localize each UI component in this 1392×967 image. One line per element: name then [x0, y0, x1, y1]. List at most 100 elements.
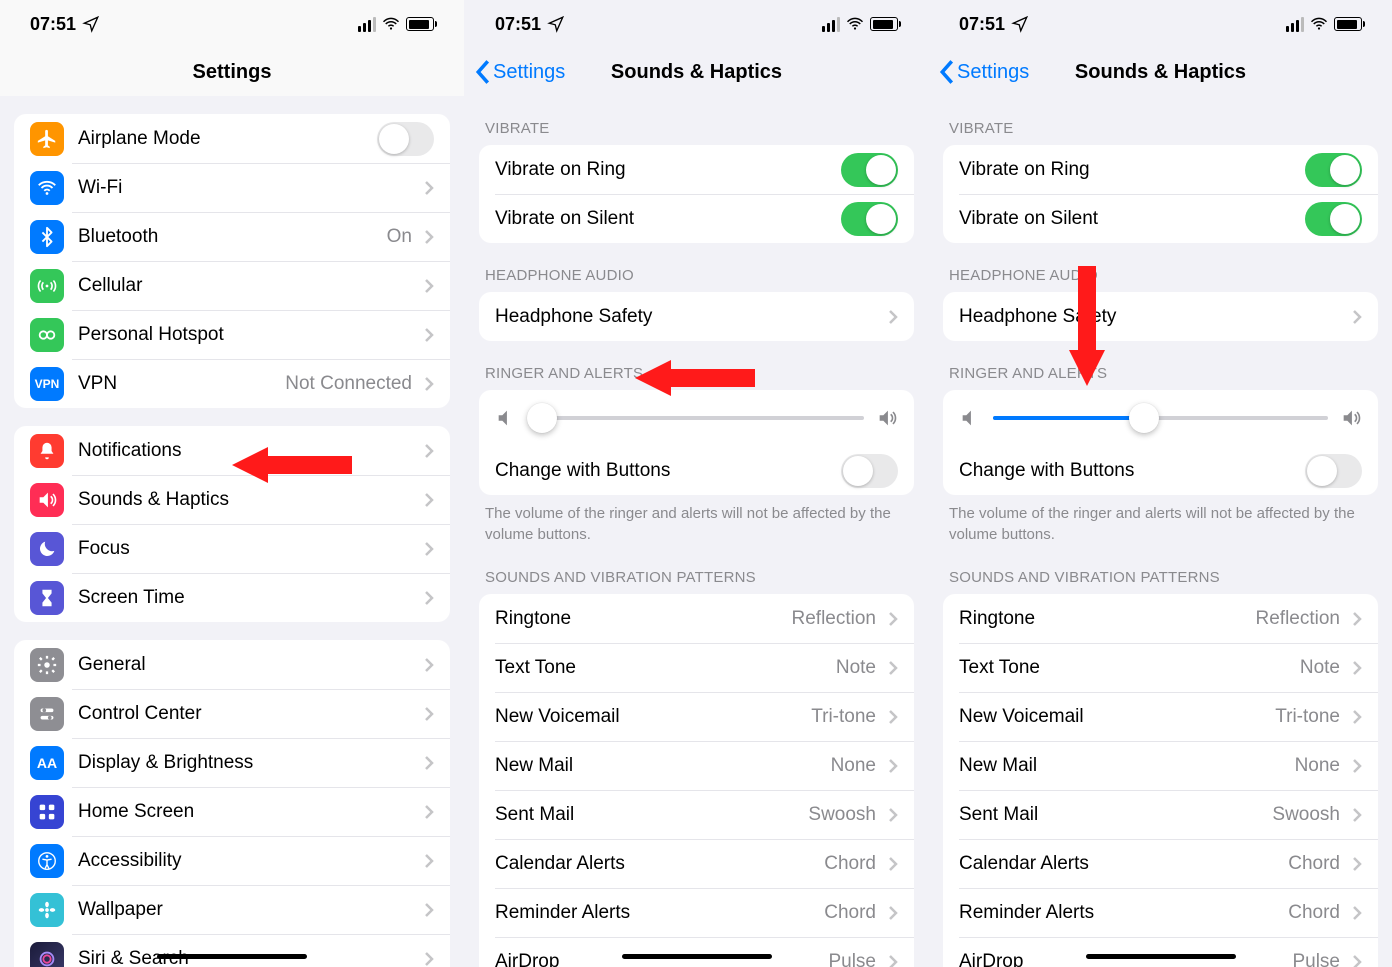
row-label: Ringtone [495, 608, 792, 630]
wifi-icon [382, 15, 400, 33]
row-control-center[interactable]: Control Center [14, 689, 450, 738]
row-reminder[interactable]: Reminder AlertsChord [479, 888, 914, 937]
back-button[interactable]: Settings [939, 59, 1029, 85]
row-vibrate-silent[interactable]: Vibrate on Silent [943, 194, 1378, 243]
row-detail: Pulse [1292, 951, 1340, 967]
airplane-icon [30, 122, 64, 156]
row-display[interactable]: AA Display & Brightness [14, 738, 450, 787]
slider-thumb[interactable] [527, 403, 557, 433]
wifi-icon [846, 15, 864, 33]
page-title: Sounds & Haptics [611, 61, 782, 84]
row-airdrop[interactable]: AirDropPulse [479, 937, 914, 967]
row-label: New Voicemail [959, 706, 1275, 728]
row-new-mail[interactable]: New MailNone [943, 741, 1378, 790]
row-screen-time[interactable]: Screen Time [14, 573, 450, 622]
cellular-signal-icon [822, 17, 840, 32]
row-vibrate-ring[interactable]: Vibrate on Ring [479, 145, 914, 194]
row-accessibility[interactable]: Accessibility [14, 836, 450, 885]
page-title: Settings [193, 61, 272, 84]
chevron-icon [888, 807, 898, 823]
row-wifi[interactable]: Wi-Fi [14, 163, 450, 212]
row-label: Reminder Alerts [959, 902, 1288, 924]
change-buttons-toggle[interactable] [841, 454, 898, 488]
row-label: Accessibility [78, 850, 416, 872]
row-headphone-safety[interactable]: Headphone Safety [479, 292, 914, 341]
battery-icon [1334, 17, 1362, 31]
row-change-buttons[interactable]: Change with Buttons [943, 446, 1378, 495]
status-bar: 07:51 [0, 0, 464, 48]
row-siri[interactable]: Siri & Search [14, 934, 450, 967]
vibrate-silent-toggle[interactable] [841, 202, 898, 236]
volume-high-icon [876, 407, 898, 429]
row-label: Headphone Safety [959, 306, 1344, 328]
back-button[interactable]: Settings [475, 59, 565, 85]
row-airdrop[interactable]: AirDropPulse [943, 937, 1378, 967]
ringer-volume-slider[interactable] [479, 390, 914, 446]
slider-thumb[interactable] [1129, 403, 1159, 433]
row-new-mail[interactable]: New MailNone [479, 741, 914, 790]
row-reminder[interactable]: Reminder AlertsChord [943, 888, 1378, 937]
row-text-tone[interactable]: Text ToneNote [943, 643, 1378, 692]
row-wallpaper[interactable]: Wallpaper [14, 885, 450, 934]
row-vibrate-ring[interactable]: Vibrate on Ring [943, 145, 1378, 194]
row-detail: None [831, 755, 876, 777]
row-focus[interactable]: Focus [14, 524, 450, 573]
hourglass-icon [30, 581, 64, 615]
status-time: 07:51 [959, 14, 1005, 35]
chevron-icon [888, 758, 898, 774]
row-ringtone[interactable]: RingtoneReflection [479, 594, 914, 643]
row-detail: Note [836, 657, 876, 679]
chevron-icon [888, 856, 898, 872]
back-label: Settings [957, 61, 1029, 84]
chevron-icon [424, 327, 434, 343]
chevron-icon [424, 706, 434, 722]
row-sounds-haptics[interactable]: Sounds & Haptics [14, 475, 450, 524]
battery-icon [870, 17, 898, 31]
row-hotspot[interactable]: Personal Hotspot [14, 310, 450, 359]
row-text-tone[interactable]: Text ToneNote [479, 643, 914, 692]
chevron-icon [424, 443, 434, 459]
chevron-icon [1352, 309, 1362, 325]
airplane-toggle[interactable] [377, 122, 434, 156]
row-headphone-safety[interactable]: Headphone Safety [943, 292, 1378, 341]
chevron-icon [1352, 611, 1362, 627]
row-airplane-mode[interactable]: Airplane Mode [14, 114, 450, 163]
chevron-icon [424, 804, 434, 820]
row-notifications[interactable]: Notifications [14, 426, 450, 475]
wifi-icon [1310, 15, 1328, 33]
row-detail: Chord [1288, 853, 1340, 875]
row-label: Text Tone [495, 657, 836, 679]
row-detail: Chord [824, 902, 876, 924]
wifi-settings-icon [30, 171, 64, 205]
vibrate-ring-toggle[interactable] [841, 153, 898, 187]
row-voicemail[interactable]: New VoicemailTri-tone [943, 692, 1378, 741]
slider-track[interactable] [529, 416, 864, 420]
ringer-volume-slider[interactable] [943, 390, 1378, 446]
row-calendar[interactable]: Calendar AlertsChord [943, 839, 1378, 888]
section-header-vibrate: VIBRATE [465, 96, 928, 145]
row-sent-mail[interactable]: Sent MailSwoosh [943, 790, 1378, 839]
row-change-buttons[interactable]: Change with Buttons [479, 446, 914, 495]
vpn-icon: VPN [30, 367, 64, 401]
row-general[interactable]: General [14, 640, 450, 689]
row-calendar[interactable]: Calendar AlertsChord [479, 839, 914, 888]
row-vpn[interactable]: VPN VPN Not Connected [14, 359, 450, 408]
nav-header: Settings Sounds & Haptics [465, 48, 928, 96]
row-label: Vibrate on Silent [959, 208, 1305, 230]
section-header-headphone: HEADPHONE AUDIO [929, 243, 1392, 292]
vibrate-silent-toggle[interactable] [1305, 202, 1362, 236]
row-sent-mail[interactable]: Sent MailSwoosh [479, 790, 914, 839]
vibrate-ring-toggle[interactable] [1305, 153, 1362, 187]
slider-track[interactable] [993, 416, 1328, 420]
chevron-icon [888, 709, 898, 725]
row-vibrate-silent[interactable]: Vibrate on Silent [479, 194, 914, 243]
row-label: Sent Mail [495, 804, 808, 826]
change-buttons-toggle[interactable] [1305, 454, 1362, 488]
row-label: Vibrate on Silent [495, 208, 841, 230]
chevron-icon [424, 376, 434, 392]
row-ringtone[interactable]: RingtoneReflection [943, 594, 1378, 643]
row-voicemail[interactable]: New VoicemailTri-tone [479, 692, 914, 741]
row-bluetooth[interactable]: Bluetooth On [14, 212, 450, 261]
row-cellular[interactable]: Cellular [14, 261, 450, 310]
row-home-screen[interactable]: Home Screen [14, 787, 450, 836]
